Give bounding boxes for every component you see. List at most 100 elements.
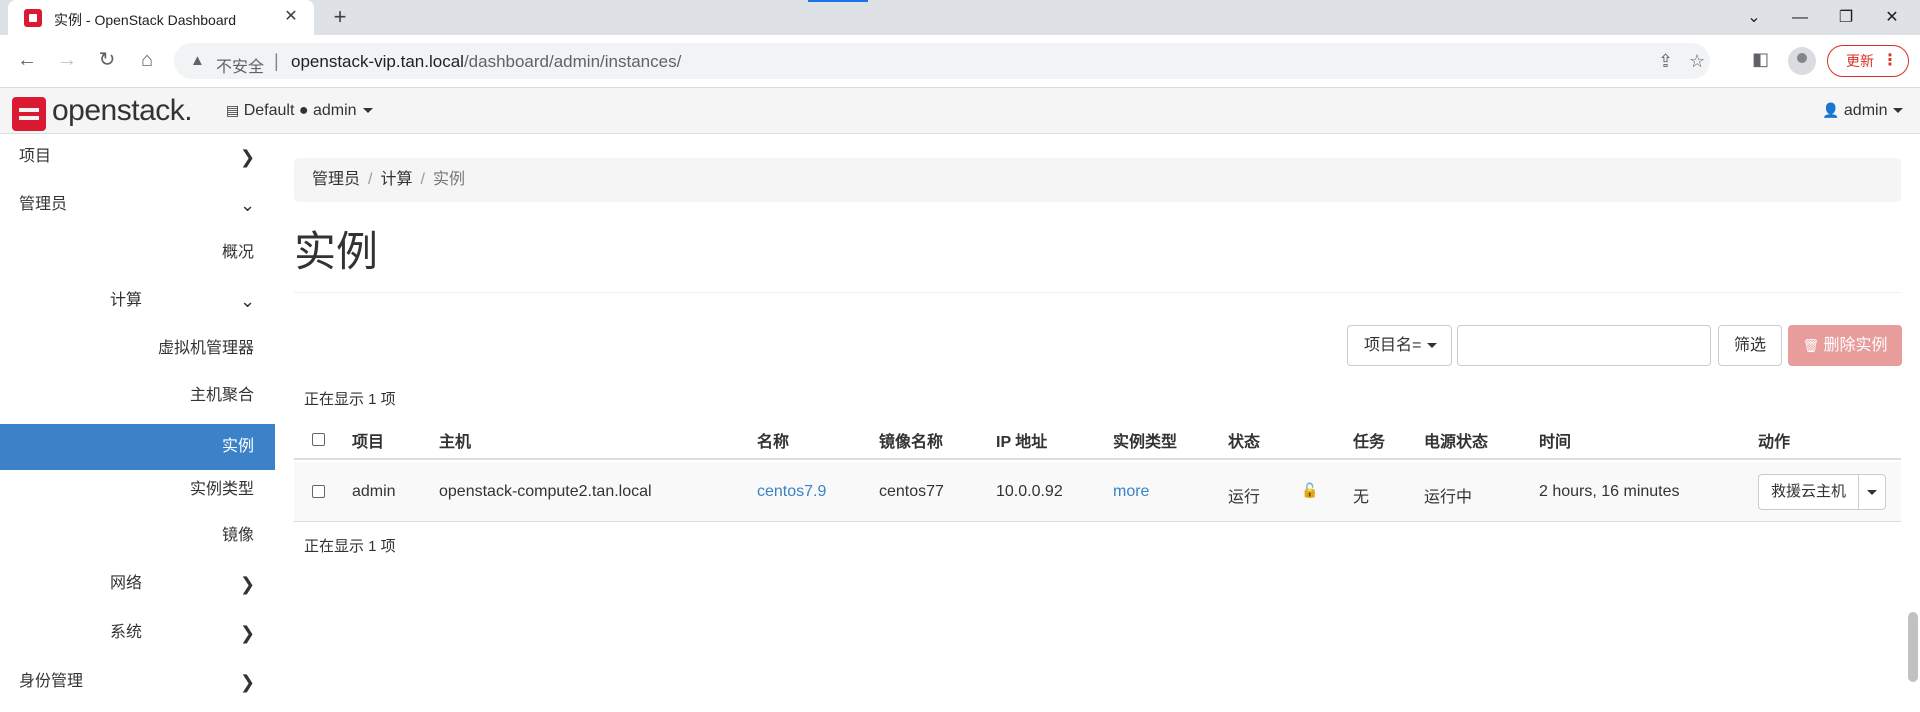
- breadcrumb-compute[interactable]: 计算: [380, 171, 412, 188]
- page-title: 实例: [294, 228, 379, 275]
- cell-image: centos77: [879, 483, 944, 500]
- bookmark-star-icon[interactable]: ☆: [1689, 51, 1705, 72]
- update-button[interactable]: 更新 ⋮: [1827, 45, 1909, 77]
- sidebar-item-label: 管理员: [19, 196, 68, 213]
- share-icon[interactable]: ⇪: [1658, 51, 1673, 72]
- cell-time: 2 hours, 16 minutes: [1539, 483, 1680, 500]
- caret-down-icon: [1867, 490, 1877, 495]
- profile-avatar-icon[interactable]: [1788, 47, 1816, 75]
- sidebar-item-label: 项目: [19, 148, 52, 165]
- sidebar-item-images[interactable]: 镜像: [0, 513, 275, 559]
- insecure-label[interactable]: 不安全: [216, 53, 264, 77]
- window-close-icon[interactable]: ✕: [1869, 0, 1915, 35]
- cell-flavor-link[interactable]: more: [1113, 483, 1149, 501]
- browser-tabstrip: 实例 - OpenStack Dashboard ✕ + ⌄ — ❐ ✕: [0, 0, 1920, 35]
- sidebar-item-aggregates[interactable]: 主机聚合: [0, 373, 275, 419]
- breadcrumb: 管理员 / 计算 / 实例: [294, 158, 1901, 202]
- sidebar-item-label: 系统: [110, 624, 143, 641]
- tab-search-chevron-icon[interactable]: ⌄: [1731, 0, 1777, 35]
- breadcrumb-admin[interactable]: 管理员: [312, 171, 360, 188]
- cell-host: openstack-compute2.tan.local: [439, 483, 652, 500]
- th-host[interactable]: 主机: [439, 428, 471, 452]
- breadcrumb-separator: /: [368, 171, 373, 188]
- user-icon: 👤: [1822, 102, 1840, 118]
- chevron-down-icon: ⌄: [240, 195, 256, 215]
- sidebar-item-project[interactable]: 项目 ❯: [0, 134, 275, 180]
- update-label: 更新: [1846, 53, 1874, 69]
- th-name[interactable]: 名称: [757, 428, 789, 452]
- chevron-right-icon: ❯: [240, 672, 256, 692]
- url-separator: |: [274, 51, 279, 71]
- browser-tab[interactable]: 实例 - OpenStack Dashboard ✕: [8, 0, 314, 35]
- delete-instances-button[interactable]: 🗑 删除实例: [1788, 325, 1902, 366]
- more-menu-icon: ⋮: [1882, 52, 1898, 69]
- sidebar-item-overview[interactable]: 概况: [0, 230, 275, 276]
- reload-icon[interactable]: ↻: [92, 45, 122, 75]
- url-host: openstack-vip.tan.local: [291, 52, 464, 71]
- sidebar-item-system[interactable]: 系统 ❯: [0, 610, 275, 656]
- forward-icon[interactable]: →: [52, 45, 82, 75]
- sidebar: 项目 ❯ 管理员 ⌄ 概况 计算 ⌄ 虚拟机管理器 主机聚合 实例 实例类型 镜…: [0, 134, 275, 712]
- cell-task: 无: [1353, 489, 1370, 506]
- filter-button[interactable]: 筛选: [1718, 325, 1782, 366]
- filter-input[interactable]: [1457, 325, 1711, 366]
- cell-name-link[interactable]: centos7.9: [757, 483, 826, 501]
- sidebar-item-admin[interactable]: 管理员 ⌄: [0, 182, 275, 228]
- sidebar-item-label: 虚拟机管理器: [157, 340, 254, 357]
- th-power[interactable]: 电源状态: [1424, 428, 1488, 452]
- url-text[interactable]: openstack-vip.tan.local/dashboard/admin/…: [291, 52, 681, 72]
- sidebar-item-hypervisors[interactable]: 虚拟机管理器: [0, 326, 275, 372]
- sidebar-item-label: 概况: [221, 244, 254, 261]
- warning-icon[interactable]: ▲: [190, 52, 205, 69]
- back-icon[interactable]: ←: [12, 45, 42, 75]
- dot-icon: ●: [298, 102, 309, 119]
- delete-instances-label: 删除实例: [1823, 337, 1888, 354]
- th-project[interactable]: 项目: [352, 428, 384, 452]
- title-divider: [294, 292, 1901, 293]
- user-menu[interactable]: 👤 admin: [1822, 102, 1904, 120]
- sidebar-item-identity[interactable]: 身份管理 ❯: [0, 659, 275, 705]
- openstack-logo-icon[interactable]: [12, 97, 46, 131]
- restore-icon[interactable]: ❐: [1823, 0, 1869, 35]
- row-checkbox[interactable]: [312, 485, 325, 498]
- scrollbar-thumb[interactable]: [1908, 612, 1918, 682]
- openstack-header: openstack. ▤ Default ● admin 👤 admin: [0, 88, 1920, 134]
- th-task[interactable]: 任务: [1353, 428, 1385, 452]
- sidebar-item-label: 主机聚合: [189, 387, 254, 404]
- row-action-group: 救援云主机: [1758, 474, 1886, 510]
- chevron-right-icon: ❯: [240, 623, 256, 643]
- project-label: admin: [312, 102, 357, 119]
- sidebar-item-compute[interactable]: 计算 ⌄: [0, 278, 275, 324]
- openstack-logo-text[interactable]: openstack.: [52, 94, 193, 128]
- rescue-instance-button[interactable]: 救援云主机: [1759, 475, 1859, 509]
- sidebar-item-label: 镜像: [221, 527, 254, 544]
- caret-down-icon: [1427, 343, 1438, 349]
- server-icon: ▤: [226, 102, 240, 118]
- sidebar-item-instances[interactable]: 实例: [0, 424, 275, 470]
- minimize-icon[interactable]: —: [1777, 0, 1823, 35]
- cell-ip: 10.0.0.92: [996, 483, 1063, 500]
- sidebar-item-label: 实例类型: [189, 481, 254, 498]
- th-image[interactable]: 镜像名称: [879, 428, 943, 452]
- trash-icon: 🗑: [1802, 338, 1820, 353]
- tab-close-icon[interactable]: ✕: [280, 6, 302, 28]
- browser-toolbar: ← → ↻ ⌂ ▲ 不安全 | openstack-vip.tan.local/…: [0, 35, 1920, 88]
- th-time[interactable]: 时间: [1539, 428, 1571, 452]
- address-bar[interactable]: ▲ 不安全 | openstack-vip.tan.local/dashboar…: [174, 43, 1710, 79]
- row-action-dropdown[interactable]: [1859, 475, 1886, 509]
- item-count-top: 正在显示 1 项: [304, 391, 396, 408]
- select-all-checkbox[interactable]: [312, 433, 325, 446]
- sidebar-item-flavors[interactable]: 实例类型: [0, 467, 275, 513]
- table-header: 项目 主机 名称 镜像名称 IP 地址 实例类型 状态 任务 电源状态 时间 动…: [294, 418, 1901, 460]
- th-flavor[interactable]: 实例类型: [1113, 428, 1177, 452]
- th-status[interactable]: 状态: [1228, 428, 1260, 452]
- home-icon[interactable]: ⌂: [132, 45, 162, 75]
- new-tab-button[interactable]: +: [326, 4, 354, 32]
- th-ip[interactable]: IP 地址: [996, 428, 1047, 452]
- side-panel-icon[interactable]: ◧: [1752, 49, 1769, 70]
- cell-status: 运行: [1228, 489, 1261, 506]
- filter-field-select[interactable]: 项目名=: [1347, 325, 1452, 366]
- url-path: /dashboard/admin/instances/: [463, 52, 682, 71]
- sidebar-item-network[interactable]: 网络 ❯: [0, 561, 275, 607]
- project-selector[interactable]: ▤ Default ● admin: [226, 102, 373, 120]
